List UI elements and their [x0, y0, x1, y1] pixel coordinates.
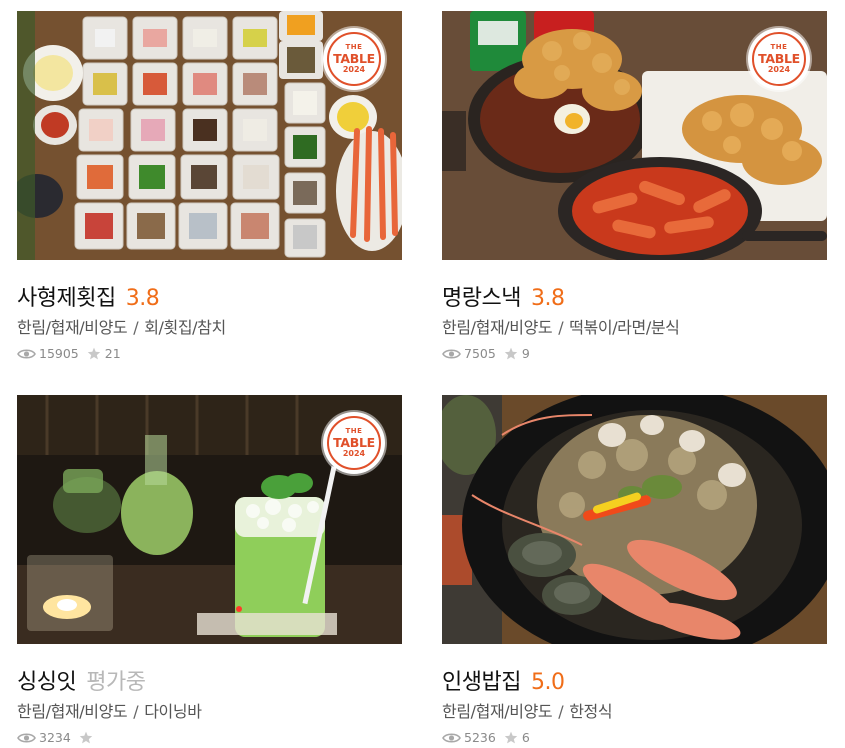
view-count: 5236 — [464, 730, 496, 745]
eye-icon — [442, 348, 461, 359]
restaurant-photo[interactable]: THE TABLE 2024 — [442, 11, 827, 260]
eye-icon — [442, 732, 461, 743]
the-table-2024-badge: THE TABLE 2024 — [748, 28, 810, 90]
meta-separator: / — [558, 318, 564, 337]
review-count: 21 — [104, 346, 121, 361]
category-label: 한정식 — [569, 702, 613, 721]
view-count: 3234 — [39, 730, 71, 745]
view-count: 15905 — [39, 346, 79, 361]
restaurant-stats: 3234 — [17, 730, 402, 745]
restaurant-photo[interactable]: THE TABLE 2024 — [17, 395, 402, 644]
category-label: 회/횟집/참치 — [144, 318, 226, 337]
restaurant-name[interactable]: 명랑스낵 — [442, 280, 521, 312]
rating-score: 5.0 — [530, 670, 565, 695]
meta-separator: / — [133, 702, 139, 721]
restaurant-meta: 한림/협재/비양도 / 떡볶이/라면/분식 — [442, 314, 827, 338]
restaurant-photo[interactable] — [442, 395, 827, 644]
meta-separator: / — [558, 702, 564, 721]
restaurant-name[interactable]: 인생밥집 — [442, 664, 521, 696]
eye-icon — [17, 348, 36, 359]
restaurant-name[interactable]: 싱싱잇 — [17, 664, 77, 696]
restaurant-card[interactable]: 인생밥집 5.0 한림/협재/비양도 / 한정식 5236 6 — [442, 395, 827, 745]
restaurant-photo[interactable]: THE TABLE 2024 — [17, 11, 402, 260]
region-label: 한림/협재/비양도 — [17, 318, 128, 337]
restaurant-stats: 7505 9 — [442, 346, 827, 361]
category-label: 다이닝바 — [144, 702, 202, 721]
review-count: 6 — [521, 730, 530, 745]
category-label: 떡볶이/라면/분식 — [569, 318, 680, 337]
restaurant-stats: 5236 6 — [442, 730, 827, 745]
the-table-2024-badge: THE TABLE 2024 — [323, 412, 385, 474]
star-icon — [504, 731, 518, 744]
review-count: 9 — [521, 346, 530, 361]
rating-pending-label: 평가중 — [86, 670, 146, 695]
restaurant-card[interactable]: THE TABLE 2024 명랑스낵 3.8 한림/협재/비양도 / 떡볶이/라면… — [442, 11, 827, 361]
restaurant-meta: 한림/협재/비양도 / 다이닝바 — [17, 698, 402, 722]
region-label: 한림/협재/비양도 — [17, 702, 128, 721]
region-label: 한림/협재/비양도 — [442, 318, 553, 337]
restaurant-card[interactable]: THE TABLE 2024 사형제횟집 3.8 한림/협재/비양도 / 회/횟집/… — [17, 11, 402, 361]
restaurant-stats: 15905 21 — [17, 346, 402, 361]
view-count: 7505 — [464, 346, 496, 361]
region-label: 한림/협재/비양도 — [442, 702, 553, 721]
restaurant-name[interactable]: 사형제횟집 — [17, 280, 116, 312]
restaurant-meta: 한림/협재/비양도 / 회/횟집/참치 — [17, 314, 402, 338]
rating-score: 3.8 — [125, 286, 160, 311]
eye-icon — [17, 732, 36, 743]
star-icon — [87, 347, 100, 360]
rating-score: 3.8 — [530, 286, 565, 311]
star-icon — [504, 347, 518, 360]
star-icon — [79, 731, 93, 744]
abalone-shrimp-rice-bowl-photo — [442, 395, 827, 644]
the-table-2024-badge: THE TABLE 2024 — [323, 28, 385, 90]
restaurant-meta: 한림/협재/비양도 / 한정식 — [442, 698, 827, 722]
restaurant-card[interactable]: THE TABLE 2024 싱싱잇 평가중 한림/협재/비양도 / 다이닝바 32… — [17, 395, 402, 745]
meta-separator: / — [133, 318, 139, 337]
